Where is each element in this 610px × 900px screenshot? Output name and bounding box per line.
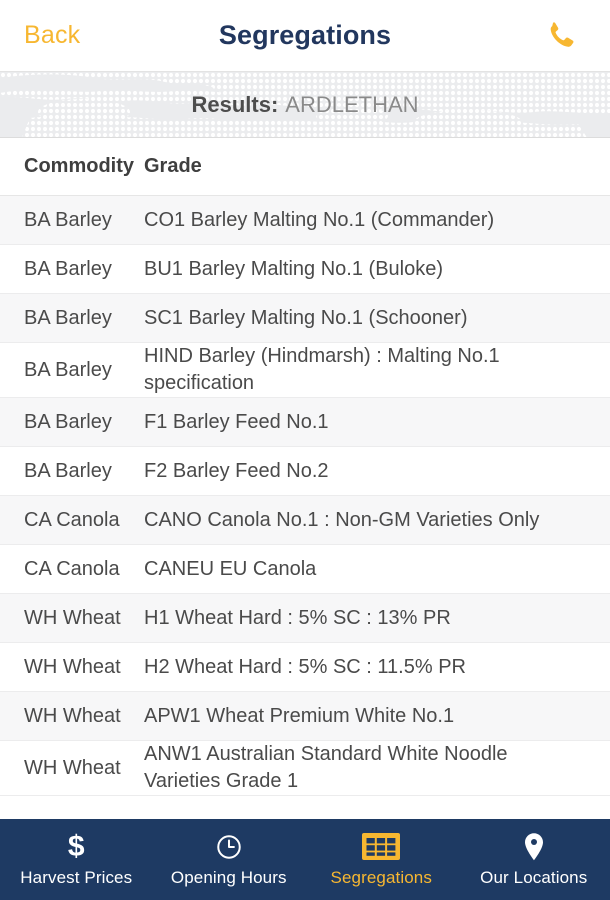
segregations-table[interactable]: Commodity Grade BA Barley CO1 Barley Malt… [0,138,610,900]
cell-commodity: WH Wheat [24,756,121,779]
dollar-icon: $ [67,829,85,863]
table-row[interactable]: CA Canola CANEU EU Canola [0,545,610,594]
bottom-navigation: $ Harvest Prices Opening Hours Segregati… [0,819,610,900]
cell-commodity: BA Barley [24,208,112,231]
page-title: Segregations [218,20,392,50]
cell-grade: SC1 Barley Malting No.1 (Schooner) [144,306,468,329]
call-button[interactable] [530,0,590,71]
results-location: ARDLETHAN [285,91,419,117]
table-row[interactable]: WH Wheat H1 Wheat Hard : 5% SC : 13% PR [0,594,610,643]
nav-item-harvest-prices[interactable]: $ Harvest Prices [0,819,153,900]
map-pin-icon [522,832,546,862]
nav-item-our-locations[interactable]: Our Locations [458,819,610,900]
table-row[interactable]: WH Wheat H2 Wheat Hard : 5% SC : 11.5% PR [0,643,610,692]
table-grid-icon [362,832,401,862]
table-header-row: Commodity Grade [0,138,610,196]
back-button[interactable]: Back [24,0,80,71]
cell-commodity: BA Barley [24,459,112,482]
cell-commodity: BA Barley [24,358,112,381]
cell-grade: CANO Canola No.1 : Non-GM Varieties Only [144,508,540,531]
nav-label-segregations: Segregations [330,867,432,887]
cell-grade: H2 Wheat Hard : 5% SC : 11.5% PR [144,655,466,678]
cell-grade: F1 Barley Feed No.1 [144,410,329,433]
app-root: Segregations Back Results: ARDLETHAN Com… [0,0,610,900]
nav-label-harvest-prices: Harvest Prices [20,867,133,887]
phone-icon [542,18,578,54]
table-row[interactable]: BA Barley BU1 Barley Malting No.1 (Buloke… [0,245,610,294]
clock-icon [215,832,243,862]
cell-grade: ANW1 Australian Standard White Noodle Va… [144,743,508,792]
cell-commodity: CA Canola [24,508,120,531]
cell-commodity: BA Barley [24,257,112,280]
table-row[interactable]: WH Wheat APW1 Wheat Premium White No.1 [0,692,610,741]
table-row[interactable]: BA Barley SC1 Barley Malting No.1 (Schoon… [0,294,610,343]
cell-commodity: CA Canola [24,557,120,580]
cell-commodity: BA Barley [24,306,112,329]
column-header-grade: Grade [144,155,202,177]
table-body: BA Barley CO1 Barley Malting No.1 (Comman… [0,196,610,796]
results-text: Results: ARDLETHAN [0,72,610,137]
cell-grade: H1 Wheat Hard : 5% SC : 13% PR [144,606,451,629]
cell-grade: F2 Barley Feed No.2 [144,459,329,482]
table-row[interactable]: BA Barley F2 Barley Feed No.2 [0,447,610,496]
top-bar: Segregations Back [0,0,610,72]
nav-label-opening-hours: Opening Hours [170,867,287,887]
nav-item-opening-hours[interactable]: Opening Hours [153,819,306,900]
table-row[interactable]: WH Wheat ANW1 Australian Standard White N… [0,741,610,796]
table-row[interactable]: BA Barley F1 Barley Feed No.1 [0,398,610,447]
table-row[interactable]: BA Barley CO1 Barley Malting No.1 (Comman… [0,196,610,245]
cell-commodity: BA Barley [24,410,112,433]
cell-commodity: WH Wheat [24,606,121,629]
cell-grade: APW1 Wheat Premium White No.1 [144,704,455,727]
cell-grade: CANEU EU Canola [144,557,317,580]
cell-commodity: WH Wheat [24,704,121,727]
cell-grade: HIND Barley (Hindmarsh) : Malting No.1 s… [144,345,500,394]
cell-commodity: WH Wheat [24,655,121,678]
cell-grade: BU1 Barley Malting No.1 (Buloke) [144,257,444,280]
results-label: Results: [191,91,279,117]
cell-grade: CO1 Barley Malting No.1 (Commander) [144,208,495,231]
table-row[interactable]: CA Canola CANO Canola No.1 : Non-GM Varie… [0,496,610,545]
nav-label-our-locations: Our Locations [480,867,588,887]
table-row[interactable]: BA Barley HIND Barley (Hindmarsh) : Malti… [0,343,610,398]
results-banner: Results: ARDLETHAN [0,72,610,138]
column-header-commodity: Commodity [24,155,134,177]
nav-item-segregations[interactable]: Segregations [305,819,458,900]
